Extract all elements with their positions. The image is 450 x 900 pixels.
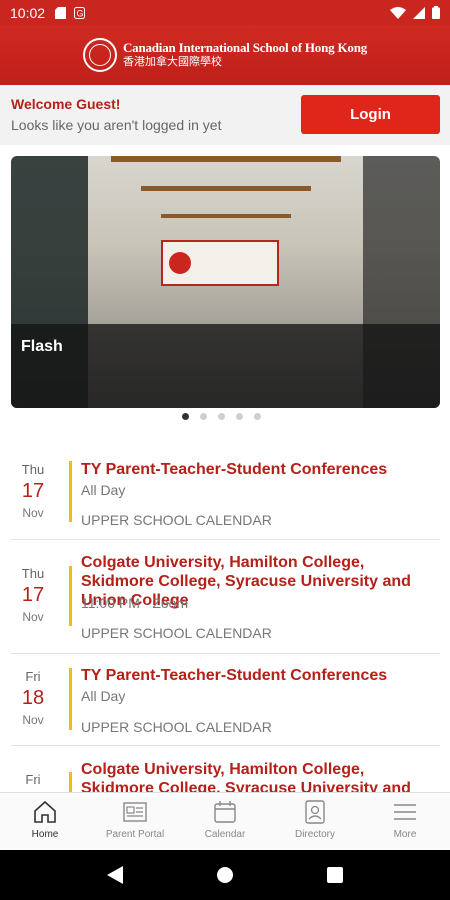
hero-caption: Flash [11, 324, 440, 408]
nav-directory[interactable]: Directory [270, 793, 360, 850]
event-accent-bar [69, 772, 72, 792]
event-item[interactable]: Fri 18 Nov TY Parent-Teacher-Student Con… [11, 654, 440, 746]
contact-card-icon [305, 800, 325, 824]
event-title: Colgate University, Hamilton College, Sk… [81, 761, 411, 792]
carousel-dot[interactable] [218, 413, 225, 420]
calendar-icon [214, 801, 236, 823]
sd-card-icon [55, 6, 67, 19]
event-month: Nov [22, 506, 44, 520]
event-calendar: UPPER SCHOOL CALENDAR [81, 719, 272, 735]
nav-label: Parent Portal [105, 829, 165, 840]
nav-label: Calendar [204, 829, 246, 840]
event-time: All Day [81, 482, 126, 498]
hero-beam [141, 186, 311, 191]
event-accent-bar [69, 566, 72, 626]
signal-icon [413, 6, 425, 19]
event-accent-bar [69, 461, 72, 522]
event-calendar: UPPER SCHOOL CALENDAR [81, 512, 272, 528]
event-calendar: UPPER SCHOOL CALENDAR [81, 625, 272, 641]
app-header: Canadian International School of Hong Ko… [0, 25, 450, 85]
event-dow: Thu [21, 566, 45, 581]
nav-label: More [393, 829, 417, 840]
nav-label: Home [31, 829, 59, 840]
hero-beam [111, 156, 341, 162]
event-dow: Thu [21, 462, 45, 477]
nav-home[interactable]: Home [0, 793, 90, 850]
welcome-subtitle: Looks like you aren't logged in yet [11, 117, 222, 133]
carousel-dot[interactable] [182, 413, 189, 420]
carousel-dot[interactable] [254, 413, 261, 420]
hero-carousel[interactable]: Flash [11, 156, 440, 408]
event-accent-bar [69, 668, 72, 730]
event-month: Nov [22, 713, 44, 727]
school-logo-icon [82, 38, 117, 72]
event-date: Thu 17 Nov [11, 462, 55, 520]
event-date: Fri [11, 772, 55, 787]
hero-caption-label: Flash [21, 338, 63, 355]
wifi-icon [390, 6, 406, 19]
event-dow: Fri [25, 772, 41, 787]
event-dow: Fri [25, 669, 41, 684]
nav-calendar[interactable]: Calendar [180, 793, 270, 850]
event-title: TY Parent-Teacher-Student Conferences [81, 461, 388, 478]
menu-icon [394, 804, 416, 820]
nav-more[interactable]: More [360, 793, 450, 850]
hero-banner [161, 240, 279, 286]
recents-icon[interactable] [327, 867, 344, 883]
nav-label: Directory [294, 829, 335, 840]
event-date: Fri 18 Nov [11, 669, 55, 727]
event-day: 17 [21, 584, 45, 606]
event-month: Nov [22, 610, 44, 624]
newspaper-icon [123, 802, 147, 822]
status-bar: 10:02 G [0, 0, 450, 25]
school-name: Canadian International School of Hong Ko… [122, 40, 368, 69]
login-button[interactable]: Login [301, 95, 440, 134]
system-nav-bar [0, 850, 450, 900]
battery-icon [432, 6, 440, 19]
svg-text:G: G [77, 8, 84, 18]
hero-beam [161, 214, 291, 218]
sim-icon: G [74, 6, 86, 19]
carousel-dot[interactable] [200, 413, 207, 420]
nav-parent-portal[interactable]: Parent Portal [90, 793, 180, 850]
welcome-title: Welcome Guest! [11, 96, 121, 112]
home-circle-icon[interactable] [216, 866, 234, 884]
carousel-indicator [182, 413, 261, 420]
event-item[interactable]: Fri Colgate University, Hamilton College… [11, 746, 440, 792]
event-time: All Day [81, 688, 126, 704]
bottom-nav: Home Parent Portal Calendar Directory Mo… [0, 792, 450, 850]
event-day: 17 [21, 480, 45, 502]
event-day: 18 [21, 687, 45, 709]
event-item[interactable]: Thu 17 Nov TY Parent-Teacher-Student Con… [11, 452, 440, 540]
event-item[interactable]: Thu 17 Nov Colgate University, Hamilton … [11, 540, 440, 654]
school-name-zh: 香港加拿大國際學校 [122, 56, 222, 69]
home-icon [34, 800, 56, 823]
back-icon[interactable] [106, 866, 123, 884]
school-name-en: Canadian International School of Hong Ko… [122, 40, 368, 56]
event-date: Thu 17 Nov [11, 566, 55, 624]
event-time: 11:00 PM · Zoom [81, 595, 189, 611]
event-title: TY Parent-Teacher-Student Conferences [81, 667, 388, 684]
status-time: 10:02 [10, 4, 46, 21]
carousel-dot[interactable] [236, 413, 243, 420]
